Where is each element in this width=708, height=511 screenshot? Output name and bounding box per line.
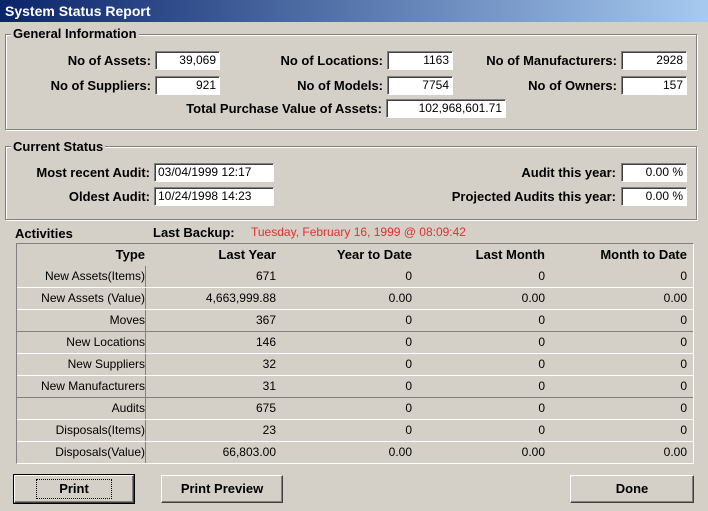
- cell-last-year: 4,663,999.88: [205, 291, 276, 305]
- cell-last-year: 367: [255, 313, 276, 327]
- locations-field[interactable]: 1163: [387, 51, 453, 70]
- table-row[interactable]: New Assets(Items) 671 0 0 0: [17, 266, 693, 288]
- cell-month-to-date: 0: [680, 269, 687, 283]
- title-bar[interactable]: System Status Report: [0, 0, 708, 22]
- owners-label: No of Owners:: [528, 78, 617, 93]
- manufacturers-label: No of Manufacturers:: [486, 53, 617, 68]
- column-header-last-year: Last Year: [218, 247, 276, 262]
- projected-audits-label: Projected Audits this year:: [451, 189, 616, 204]
- row-type: New Locations: [17, 332, 146, 353]
- cell-last-month: 0.00: [521, 445, 545, 459]
- cell-last-year: 671: [255, 269, 276, 283]
- column-header-last-month: Last Month: [475, 247, 545, 262]
- cell-year-to-date: 0: [405, 423, 412, 437]
- last-backup-value: Tuesday, February 16, 1999 @ 08:09:42: [251, 225, 466, 239]
- suppliers-field[interactable]: 921: [155, 76, 220, 95]
- cell-last-month: 0: [538, 423, 545, 437]
- models-field[interactable]: 7754: [387, 76, 453, 95]
- column-header-type: Type: [115, 247, 145, 262]
- models-label: No of Models:: [297, 78, 383, 93]
- table-row[interactable]: New Assets (Value) 4,663,999.88 0.00 0.0…: [17, 288, 693, 310]
- recent-audit-label: Most recent Audit:: [36, 165, 150, 180]
- last-backup-label: Last Backup:: [153, 225, 235, 240]
- table-row[interactable]: Disposals(Value) 66,803.00 0.00 0.00 0.0…: [17, 442, 693, 464]
- oldest-audit-label: Oldest Audit:: [68, 189, 150, 204]
- row-type: New Manufacturers: [17, 376, 146, 397]
- row-type: Moves: [17, 310, 146, 331]
- cell-month-to-date: 0: [680, 401, 687, 415]
- current-status-group: [5, 146, 697, 220]
- cell-month-to-date: 0.00: [663, 291, 687, 305]
- cell-last-month: 0: [538, 269, 545, 283]
- cell-year-to-date: 0.00: [388, 445, 412, 459]
- cell-last-month: 0.00: [521, 291, 545, 305]
- cell-year-to-date: 0: [405, 269, 412, 283]
- general-info-title: General Information: [11, 26, 139, 41]
- cell-last-year: 23: [262, 423, 276, 437]
- current-status-title: Current Status: [11, 139, 106, 154]
- cell-month-to-date: 0: [680, 335, 687, 349]
- cell-last-year: 31: [262, 379, 276, 393]
- projected-audits-field[interactable]: 0.00 %: [621, 187, 687, 206]
- cell-year-to-date: 0.00: [388, 291, 412, 305]
- print-button[interactable]: Print: [13, 474, 135, 504]
- print-preview-button[interactable]: Print Preview: [161, 475, 283, 503]
- column-header-year-to-date: Year to Date: [336, 247, 412, 262]
- cell-month-to-date: 0: [680, 357, 687, 371]
- row-type: Disposals(Value): [17, 442, 146, 463]
- cell-last-year: 32: [262, 357, 276, 371]
- window-title: System Status Report: [5, 3, 151, 19]
- manufacturers-field[interactable]: 2928: [621, 51, 687, 70]
- purchase-value-field[interactable]: 102,968,601.71: [386, 99, 506, 118]
- cell-last-month: 0: [538, 401, 545, 415]
- print-button-label: Print: [36, 479, 112, 499]
- cell-last-month: 0: [538, 357, 545, 371]
- table-row[interactable]: Audits 675 0 0 0: [17, 398, 693, 420]
- recent-audit-field[interactable]: 03/04/1999 12:17: [154, 163, 274, 182]
- row-type: New Assets(Items): [17, 266, 146, 287]
- table-row[interactable]: Moves 367 0 0 0: [17, 310, 693, 332]
- locations-label: No of Locations:: [280, 53, 383, 68]
- cell-last-year: 675: [255, 401, 276, 415]
- done-button-label: Done: [615, 481, 649, 496]
- table-row[interactable]: New Manufacturers 31 0 0 0: [17, 376, 693, 398]
- cell-year-to-date: 0: [405, 313, 412, 327]
- cell-month-to-date: 0.00: [663, 445, 687, 459]
- cell-last-month: 0: [538, 335, 545, 349]
- row-type: New Suppliers: [17, 354, 146, 375]
- print-preview-button-label: Print Preview: [180, 481, 264, 496]
- cell-year-to-date: 0: [405, 357, 412, 371]
- activities-title: Activities: [13, 226, 75, 241]
- cell-year-to-date: 0: [405, 379, 412, 393]
- cell-year-to-date: 0: [405, 335, 412, 349]
- cell-month-to-date: 0: [680, 423, 687, 437]
- table-row[interactable]: New Suppliers 32 0 0 0: [17, 354, 693, 376]
- audit-this-year-label: Audit this year:: [521, 165, 616, 180]
- oldest-audit-field[interactable]: 10/24/1998 14:23: [154, 187, 274, 206]
- cell-last-month: 0: [538, 313, 545, 327]
- cell-month-to-date: 0: [680, 313, 687, 327]
- report-window: General Information No of Assets: 39,069…: [0, 22, 708, 511]
- row-type: Audits: [17, 398, 146, 419]
- cell-month-to-date: 0: [680, 379, 687, 393]
- purchase-value-label: Total Purchase Value of Assets:: [186, 101, 382, 116]
- cell-last-year: 146: [255, 335, 276, 349]
- cell-last-month: 0: [538, 379, 545, 393]
- cell-year-to-date: 0: [405, 401, 412, 415]
- owners-field[interactable]: 157: [621, 76, 687, 95]
- table-header: Type Last Year Year to Date Last Month M…: [17, 244, 693, 265]
- table-row[interactable]: Disposals(Items) 23 0 0 0: [17, 420, 693, 442]
- assets-label: No of Assets:: [67, 53, 151, 68]
- table-row[interactable]: New Locations 146 0 0 0: [17, 332, 693, 354]
- done-button[interactable]: Done: [570, 475, 694, 503]
- assets-field[interactable]: 39,069: [155, 51, 220, 70]
- row-type: Disposals(Items): [17, 420, 146, 441]
- row-type: New Assets (Value): [17, 288, 146, 309]
- cell-last-year: 66,803.00: [222, 445, 276, 459]
- audit-this-year-field[interactable]: 0.00 %: [621, 163, 687, 182]
- column-header-month-to-date: Month to Date: [600, 247, 687, 262]
- activities-table[interactable]: Type Last Year Year to Date Last Month M…: [16, 243, 694, 464]
- suppliers-label: No of Suppliers:: [50, 78, 151, 93]
